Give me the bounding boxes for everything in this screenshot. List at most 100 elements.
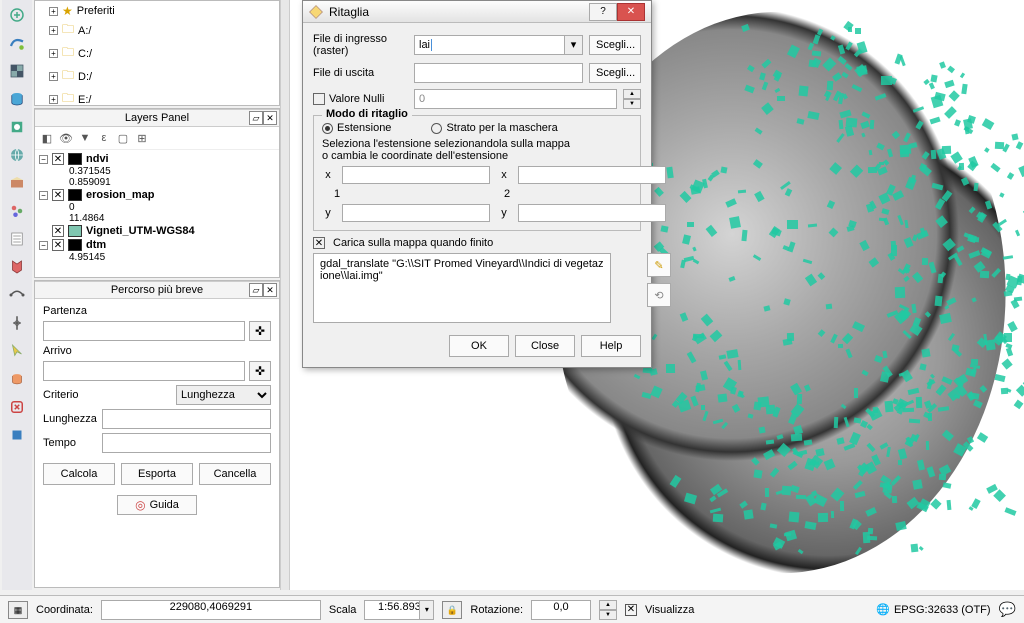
expand-all-icon[interactable]: ⊞ [134, 130, 150, 146]
undock-icon[interactable]: ▱ [249, 111, 263, 125]
collapse-icon[interactable]: − [39, 241, 48, 250]
layer-ndvi[interactable]: −✕ndvi [39, 152, 275, 166]
scale-input[interactable]: 1:56.893▾ [364, 600, 434, 620]
layers-tree[interactable]: −✕ndvi 0.371545 0.859091 −✕erosion_map 0… [35, 150, 279, 265]
layer-vigneti[interactable]: ✕Vigneti_UTM-WGS84 [39, 224, 275, 238]
null-value-input[interactable]: 0 [414, 89, 617, 109]
identify-icon[interactable] [6, 4, 28, 26]
scale-lock-button[interactable]: 🔒 [442, 601, 462, 619]
help-button[interactable]: ? [589, 3, 617, 21]
edit-command-button[interactable]: ✎ [647, 253, 671, 277]
browse-output-button[interactable]: Scegli... [589, 63, 641, 83]
dialog-titlebar[interactable]: Ritaglia ? ✕ [303, 1, 651, 23]
tree-item-preferiti[interactable]: +★Preferiti [39, 3, 275, 19]
close-icon[interactable]: ✕ [263, 283, 277, 297]
add-wfs-icon[interactable] [6, 200, 28, 222]
null-checkbox[interactable] [313, 93, 325, 105]
add-raster-icon[interactable] [6, 60, 28, 82]
expand-icon[interactable]: + [49, 7, 58, 16]
radio-mask[interactable]: Strato per la maschera [431, 122, 557, 134]
pick-end-button[interactable]: ✜ [249, 361, 271, 381]
time-input[interactable] [102, 433, 271, 453]
layer-checkbox[interactable]: ✕ [52, 189, 64, 201]
eye-icon[interactable]: 👁 [58, 130, 74, 146]
add-csv-icon[interactable] [6, 228, 28, 250]
rotation-input[interactable]: 0,0 [531, 600, 591, 620]
spin-up-icon[interactable]: ▲ [599, 600, 617, 610]
spin-up-icon[interactable]: ▲ [623, 89, 641, 99]
load-after-checkbox[interactable]: ✕ [313, 237, 325, 249]
criteria-select[interactable]: Lunghezza [176, 385, 271, 405]
add-spatialite-icon[interactable] [6, 116, 28, 138]
add-wcs-icon[interactable] [6, 172, 28, 194]
length-input[interactable] [102, 409, 271, 429]
style-icon[interactable]: ◧ [39, 130, 55, 146]
tree-item-c[interactable]: +🗀C:/ [39, 42, 275, 65]
collapse-icon[interactable]: − [39, 155, 48, 164]
x1-input[interactable] [342, 166, 490, 184]
select-icon[interactable] [6, 340, 28, 362]
help-button[interactable]: Help [581, 335, 641, 357]
spin-down-icon[interactable]: ▼ [623, 99, 641, 109]
expression-icon[interactable]: ε [96, 130, 112, 146]
expand-icon[interactable]: + [49, 95, 58, 104]
end-input[interactable] [43, 361, 245, 381]
start-input[interactable] [43, 321, 245, 341]
clear-button[interactable]: Cancella [199, 463, 271, 485]
new-shapefile-icon[interactable] [6, 256, 28, 278]
layer-checkbox[interactable]: ✕ [52, 239, 64, 251]
crs-button[interactable]: 🌐EPSG:32633 (OTF) [876, 603, 990, 616]
tree-item-a[interactable]: +🗀A:/ [39, 19, 275, 42]
browse-input-button[interactable]: Scegli... [589, 35, 641, 55]
tree-item-e[interactable]: +🗀E:/ [39, 88, 275, 106]
calculate-button[interactable]: Calcola [43, 463, 115, 485]
oracle-icon[interactable] [6, 368, 28, 390]
expand-icon[interactable]: + [49, 49, 58, 58]
guide-button[interactable]: ◎Guida [117, 495, 197, 515]
layer-checkbox[interactable]: ✕ [52, 225, 64, 237]
radio-icon[interactable] [431, 123, 442, 134]
layer-checkbox[interactable]: ✕ [52, 153, 64, 165]
close-button[interactable]: ✕ [617, 3, 645, 21]
y1-input[interactable] [342, 204, 490, 222]
command-textbox[interactable]: gdal_translate "G:\\SIT Promed Vineyard\… [313, 253, 611, 323]
null-label: Valore Nulli [329, 93, 384, 105]
browser-tree[interactable]: +★Preferiti +🗀A:/ +🗀C:/ +🗀D:/ +🗀E:/ +🗀G:… [35, 1, 279, 106]
y2-input[interactable] [518, 204, 666, 222]
close-button[interactable]: Close [515, 335, 575, 357]
layer-erosion[interactable]: −✕erosion_map [39, 188, 275, 202]
render-checkbox[interactable]: ✕ [625, 604, 637, 616]
spin-down-icon[interactable]: ▼ [599, 610, 617, 620]
export-button[interactable]: Esporta [121, 463, 193, 485]
expand-icon[interactable]: + [49, 26, 58, 35]
dropdown-icon[interactable]: ▾ [564, 36, 582, 54]
filter-icon[interactable]: ▼ [77, 130, 93, 146]
node-tool-icon[interactable] [6, 284, 28, 306]
undock-icon[interactable]: ▱ [249, 283, 263, 297]
measure-icon[interactable] [6, 312, 28, 334]
radio-extent[interactable]: Estensione [322, 122, 391, 134]
add-vector-icon[interactable] [6, 32, 28, 54]
coord-input[interactable]: 229080,4069291 [101, 600, 321, 620]
dropdown-icon[interactable]: ▾ [419, 601, 433, 619]
pick-start-button[interactable]: ✜ [249, 321, 271, 341]
add-wms-icon[interactable] [6, 144, 28, 166]
radio-icon[interactable] [322, 123, 333, 134]
expand-icon[interactable]: + [49, 72, 58, 81]
layer-dtm[interactable]: −✕dtm [39, 238, 275, 252]
ok-button[interactable]: OK [449, 335, 509, 357]
gps-icon[interactable] [6, 424, 28, 446]
close-icon[interactable]: ✕ [263, 111, 277, 125]
collapse-icon[interactable]: − [39, 191, 48, 200]
toggle-extents-button[interactable]: ▦ [8, 601, 28, 619]
output-file-input[interactable] [414, 63, 583, 83]
reset-command-button[interactable]: ⟲ [647, 283, 671, 307]
panel-splitter[interactable] [280, 0, 290, 590]
group-icon[interactable]: ▢ [115, 130, 131, 146]
input-raster-combo[interactable]: lai▾ [414, 35, 583, 55]
tree-item-d[interactable]: +🗀D:/ [39, 65, 275, 88]
virtual-layer-icon[interactable] [6, 396, 28, 418]
add-db-icon[interactable] [6, 88, 28, 110]
messages-icon[interactable]: 💬 [999, 601, 1016, 618]
x2-input[interactable] [518, 166, 666, 184]
